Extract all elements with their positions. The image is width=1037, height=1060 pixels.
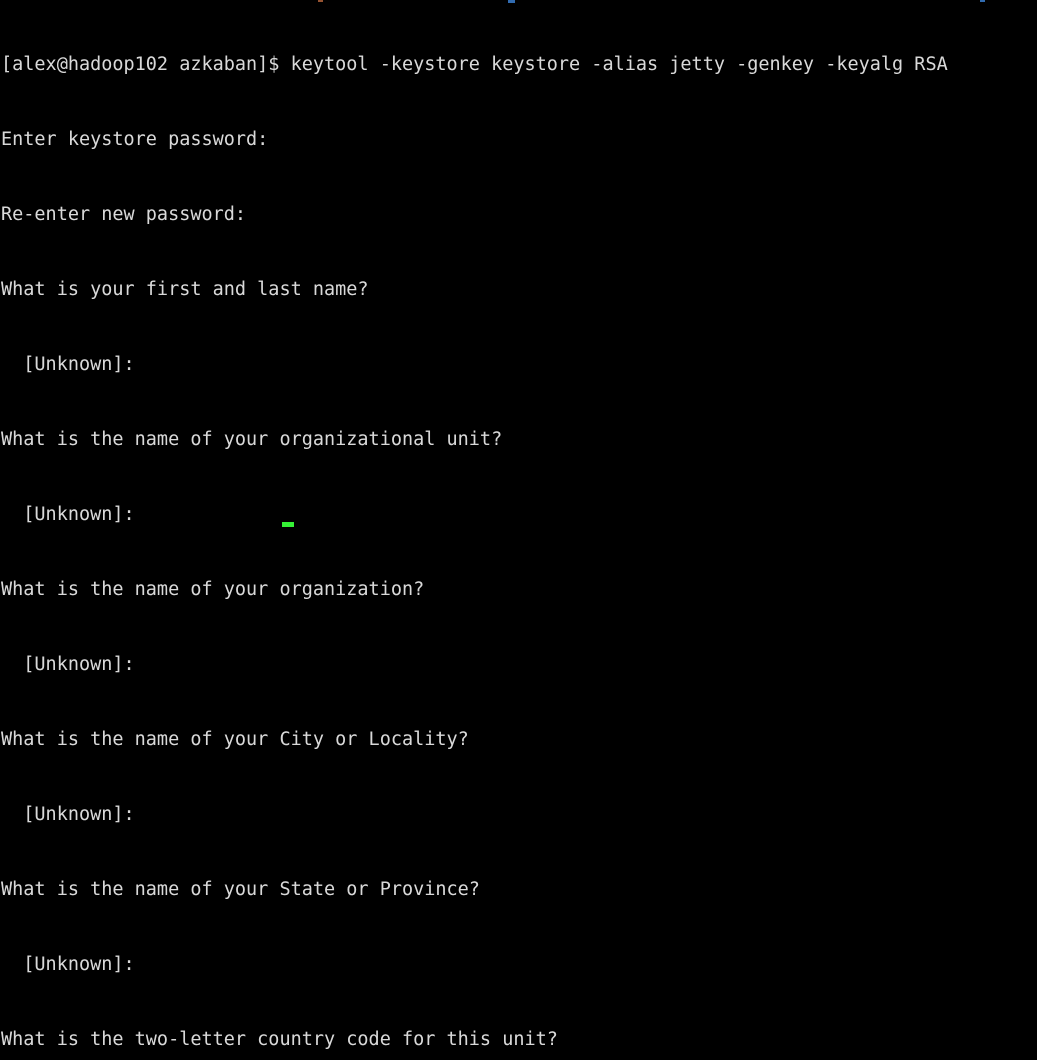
terminal-line: [Unknown]: — [1, 954, 135, 975]
terminal-screen[interactable]: [alex@hadoop102 azkaban]$ keytool -keyst… — [1, 2, 1037, 1060]
terminal-line: What is the name of your City or Localit… — [1, 729, 469, 750]
terminal-line: What is the name of your State or Provin… — [1, 879, 480, 900]
terminal-line: What is your first and last name? — [1, 279, 369, 300]
terminal-line: [Unknown]: — [1, 504, 135, 525]
terminal-line: Re-enter new password: — [1, 204, 247, 225]
terminal-window[interactable]: [alex@hadoop102 azkaban]$ keytool -keyst… — [0, 0, 1037, 1050]
terminal-line: Enter keystore password: — [1, 129, 269, 150]
terminal-line-command: [alex@hadoop102 azkaban]$ keytool -keyst… — [1, 54, 948, 75]
terminal-line: [Unknown]: — [1, 804, 135, 825]
terminal-line: What is the name of your organization? — [1, 579, 425, 600]
terminal-line: [Unknown]: — [1, 354, 135, 375]
text-cursor — [281, 522, 294, 527]
terminal-line: What is the two-letter country code for … — [1, 1029, 558, 1050]
terminal-line: [Unknown]: — [1, 654, 135, 675]
terminal-line: What is the name of your organizational … — [1, 429, 503, 450]
